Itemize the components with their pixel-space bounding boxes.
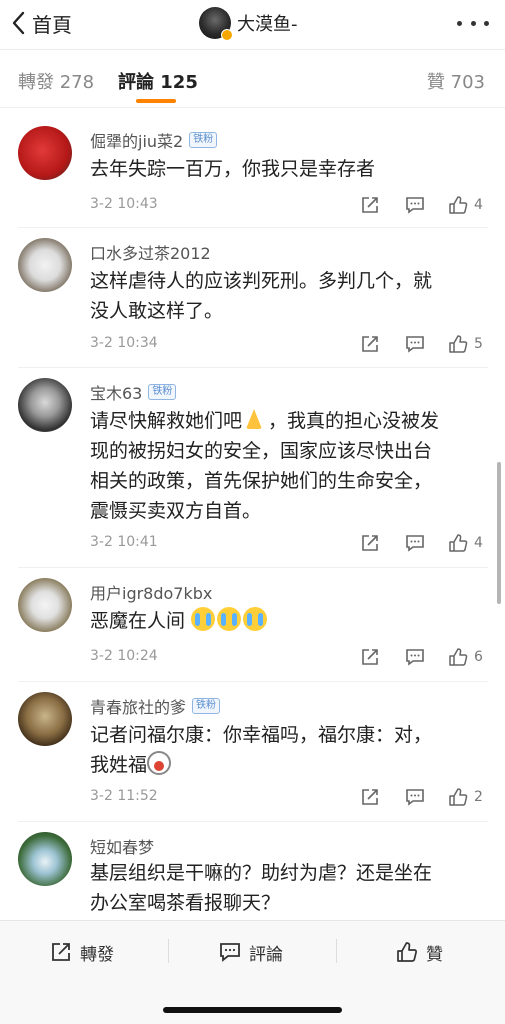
comment-button[interactable]: 評論 — [219, 939, 283, 965]
active-tab-indicator — [136, 99, 176, 103]
comment-text: 去年失踪一百万，你我只是幸存者 — [90, 158, 376, 180]
shocked-emoji-icon — [147, 751, 172, 775]
chevron-left-icon — [12, 11, 25, 35]
crying-emoji-icon — [217, 607, 242, 631]
share-icon — [52, 943, 70, 961]
like-button[interactable]: 6 — [448, 647, 483, 667]
share-icon — [362, 649, 378, 665]
scrollbar[interactable] — [497, 462, 501, 604]
comment-item: 青春旅社的爹 铁粉 记者问福尔康：你幸福吗，福尔康：对， 我姓福 3-2 11:52… — [0, 682, 505, 822]
thumbs-up-icon — [449, 335, 468, 353]
reply-button[interactable] — [405, 533, 425, 553]
tab-repost[interactable]: 轉發 278 — [18, 68, 94, 94]
comment-time: 3-2 10:34 — [90, 335, 158, 351]
avatar[interactable] — [18, 238, 72, 292]
tab-likes[interactable]: 贊 703 — [427, 68, 485, 94]
comment-text: 记者问福尔康：你幸福吗，福尔康：对， 我姓福 — [90, 724, 433, 776]
thumbs-up-icon — [449, 648, 468, 666]
bottom-action-bar: 轉發 評論 贊 — [0, 920, 505, 1024]
thumbs-up-icon — [397, 942, 418, 962]
avatar[interactable] — [18, 832, 72, 886]
comment-icon — [220, 943, 240, 962]
like-post-button[interactable]: 贊 — [396, 939, 443, 965]
fan-badge: 铁粉 — [148, 384, 177, 400]
repost-label: 轉發 — [80, 944, 114, 965]
comment-label: 評論 — [249, 944, 283, 965]
comment-author[interactable]: 青春旅社的爹 铁粉 — [90, 694, 221, 718]
back-button[interactable]: 首頁 — [10, 8, 72, 38]
verified-badge-icon — [221, 29, 233, 41]
comment-icon — [406, 336, 424, 353]
comment-icon — [406, 197, 424, 214]
crying-emoji-icon — [191, 607, 216, 631]
comment-author[interactable]: 短如春梦 — [90, 834, 154, 858]
comment-time: 3-2 10:43 — [90, 196, 158, 212]
like-button[interactable]: 4 — [448, 533, 483, 553]
avatar[interactable] — [18, 378, 72, 432]
more-options-button[interactable] — [457, 12, 489, 34]
reply-button[interactable] — [405, 647, 425, 667]
like-label: 贊 — [426, 944, 443, 965]
comment-item: 口水多过茶2012 这样虐待人的应该判死刑。多判几个，就 没人敢这样了。 3-2 … — [0, 228, 505, 368]
comment-author[interactable]: 用户igr8do7kbx — [90, 580, 212, 604]
like-count: 2 — [474, 789, 483, 805]
avatar[interactable] — [18, 692, 72, 746]
like-count: 4 — [474, 535, 483, 551]
tab-comments[interactable]: 評論 125 — [118, 68, 198, 94]
comment-item: 短如春梦 基层组织是干嘛的？助纣为虐？还是坐在 办公室喝茶看报聊天？ — [0, 822, 505, 920]
back-label: 首頁 — [32, 12, 72, 37]
share-icon — [362, 535, 378, 551]
comment-text: 恶魔在人间 — [90, 606, 480, 636]
author-avatar — [199, 7, 233, 41]
thumbs-up-icon — [449, 196, 468, 214]
share-icon — [362, 336, 378, 352]
post-author[interactable]: 大漠鱼- — [199, 6, 298, 41]
page-title: 大漠鱼- — [237, 14, 298, 35]
comment-item: 倔犟的jiu菜2 铁粉 去年失踪一百万，你我只是幸存者 3-2 10:43 4 — [0, 116, 505, 228]
comment-icon — [406, 649, 424, 666]
thumbs-up-icon — [449, 788, 468, 806]
like-count: 4 — [474, 197, 483, 213]
top-nav-bar: 首頁 大漠鱼- — [0, 0, 505, 50]
repost-button[interactable]: 轉發 — [50, 939, 114, 965]
like-button[interactable]: 5 — [448, 334, 483, 354]
praying-hands-emoji-icon — [242, 407, 266, 431]
share-button[interactable] — [360, 647, 380, 667]
like-count: 5 — [474, 336, 483, 352]
comment-author[interactable]: 宝木63 铁粉 — [90, 380, 177, 404]
reply-button[interactable] — [405, 787, 425, 807]
comment-text: 这样虐待人的应该判死刑。多判几个，就 没人敢这样了。 — [90, 270, 433, 322]
reply-button[interactable] — [405, 334, 425, 354]
comment-author[interactable]: 倔犟的jiu菜2 铁粉 — [90, 128, 218, 152]
comment-time: 3-2 10:41 — [90, 534, 158, 550]
fan-badge: 铁粉 — [189, 132, 218, 148]
share-icon — [362, 197, 378, 213]
share-button[interactable] — [360, 787, 380, 807]
comment-item: 宝木63 铁粉 请尽快解救她们吧 ，我真的担心没被发 现的被拐妇女的安全，国家应该尽… — [0, 368, 505, 568]
like-button[interactable]: 2 — [448, 787, 483, 807]
comment-icon — [406, 535, 424, 552]
thumbs-up-icon — [449, 534, 468, 552]
comment-author[interactable]: 口水多过茶2012 — [90, 240, 211, 264]
share-button[interactable] — [360, 195, 380, 215]
avatar[interactable] — [18, 126, 72, 180]
post-tabs: 轉發 278 評論 125 贊 703 — [0, 50, 505, 108]
share-button[interactable] — [360, 334, 380, 354]
comment-text: 基层组织是干嘛的？助纣为虐？还是坐在 办公室喝茶看报聊天？ — [90, 862, 433, 914]
comment-time: 3-2 10:24 — [90, 648, 158, 664]
avatar[interactable] — [18, 578, 72, 632]
comment-time: 3-2 11:52 — [90, 788, 158, 804]
reply-button[interactable] — [405, 195, 425, 215]
comment-icon — [406, 789, 424, 806]
comment-item: 用户igr8do7kbx 恶魔在人间 3-2 10:24 6 — [0, 568, 505, 682]
like-button[interactable]: 4 — [448, 195, 483, 215]
share-button[interactable] — [360, 533, 380, 553]
comment-text: 请尽快解救她们吧 ，我真的担心没被发 现的被拐妇女的安全，国家应该尽快出台 相关的… — [90, 406, 480, 526]
like-count: 6 — [474, 649, 483, 665]
fan-badge: 铁粉 — [192, 698, 221, 714]
home-indicator — [163, 1007, 342, 1013]
share-icon — [362, 789, 378, 805]
crying-emoji-icon — [243, 607, 268, 631]
